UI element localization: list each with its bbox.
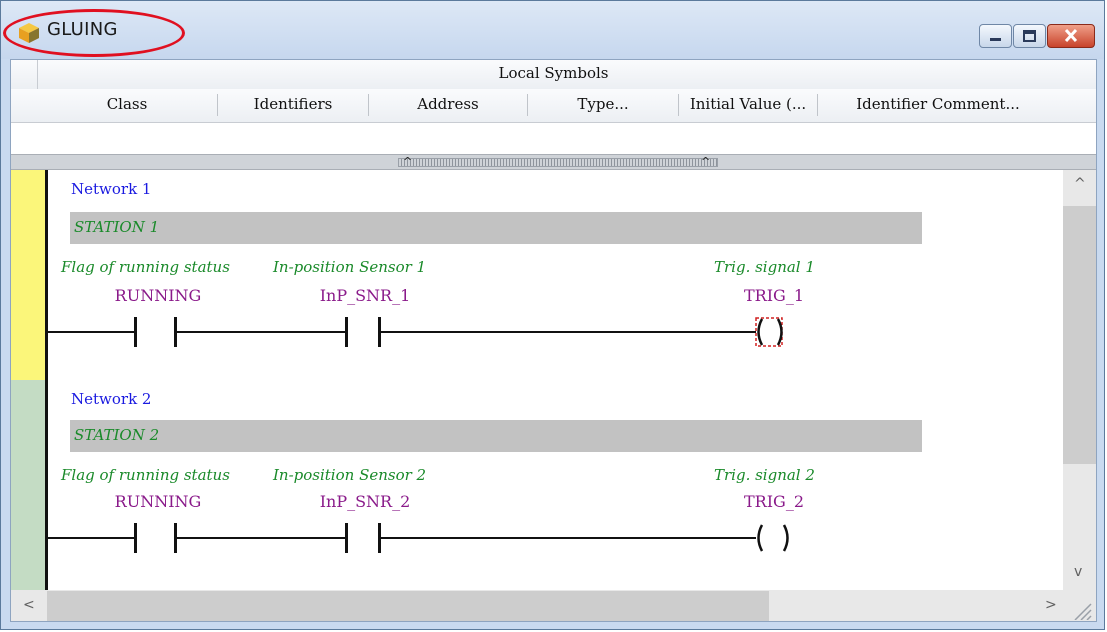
wire [381, 537, 756, 539]
coil-variable: TRIG_1 [744, 286, 804, 305]
contact-variable: InP_SNR_1 [319, 286, 411, 305]
collapse-up-icon[interactable]: ^ [701, 155, 710, 168]
network-2-label[interactable]: Network 2 [71, 390, 151, 408]
wire [48, 537, 134, 539]
contact-comment: In-position Sensor 1 [273, 258, 427, 276]
network-1-label[interactable]: Network 1 [71, 180, 151, 198]
maximize-icon [1023, 30, 1036, 42]
collapse-up-icon[interactable]: ^ [403, 155, 412, 168]
coil-trig-1[interactable] [746, 315, 806, 349]
contact-comment: Flag of running status [61, 466, 230, 484]
symbols-empty-area[interactable] [11, 123, 1096, 153]
local-symbols-title: Local Symbols [498, 64, 609, 82]
vertical-scroll-thumb[interactable] [1063, 206, 1096, 464]
ladder-editor[interactable]: Network 1 STATION 1 Flag of running stat… [11, 170, 1063, 590]
title-highlight-annotation [3, 9, 185, 57]
column-address[interactable]: Address [369, 95, 527, 113]
scroll-right-icon[interactable]: > [1045, 597, 1057, 613]
column-class[interactable]: Class [37, 95, 217, 113]
wire [177, 537, 345, 539]
wire [177, 331, 345, 333]
contact-inp-snr-1-left[interactable] [345, 317, 348, 347]
wire [48, 331, 134, 333]
contact-running-left[interactable] [134, 523, 137, 553]
left-power-rail [45, 170, 48, 590]
coil-comment: Trig. signal 2 [714, 466, 815, 484]
maximize-button[interactable] [1013, 24, 1046, 48]
column-initial-value[interactable]: Initial Value (... [679, 95, 817, 113]
network-1-station-comment[interactable]: STATION 1 [70, 212, 922, 244]
close-icon [1064, 28, 1078, 43]
network-2-gutter[interactable] [11, 380, 45, 590]
wire [381, 331, 756, 333]
scroll-up-icon[interactable]: ^ [1074, 176, 1086, 192]
resize-grip-icon[interactable] [1071, 600, 1093, 620]
editor-window: GLUING Local Symbols Class Identifiers A… [0, 0, 1105, 630]
contact-inp-snr-2-left[interactable] [345, 523, 348, 553]
network-2-station-comment[interactable]: STATION 2 [70, 420, 922, 452]
column-identifiers[interactable]: Identifiers [218, 95, 368, 113]
network-1-gutter[interactable] [11, 170, 45, 380]
contact-comment: Flag of running status [61, 258, 230, 276]
minimize-icon [990, 38, 1001, 41]
title-bar[interactable]: GLUING [1, 1, 1104, 59]
contact-variable: InP_SNR_2 [319, 492, 411, 511]
contact-comment: In-position Sensor 2 [273, 466, 427, 484]
splitter-grip[interactable]: ^ ^ [398, 155, 718, 168]
station-label: STATION 1 [74, 218, 160, 236]
editor-content: Local Symbols Class Identifiers Address … [10, 59, 1097, 622]
coil-comment: Trig. signal 1 [714, 258, 815, 276]
horizontal-scroll-thumb[interactable] [47, 591, 769, 621]
close-button[interactable] [1047, 24, 1095, 48]
coil-trig-2[interactable] [746, 521, 806, 555]
column-identifier-comment[interactable]: Identifier Comment... [818, 95, 1058, 113]
symbols-column-header: Class Identifiers Address Type... Initia… [11, 89, 1096, 123]
scroll-down-icon[interactable]: v [1074, 564, 1082, 580]
pane-splitter[interactable]: ^ ^ [11, 154, 1096, 170]
scroll-left-icon[interactable]: < [23, 597, 35, 613]
contact-variable: RUNNING [114, 492, 202, 511]
column-type[interactable]: Type... [528, 95, 678, 113]
contact-running-left[interactable] [134, 317, 137, 347]
station-label: STATION 2 [74, 426, 160, 444]
coil-variable: TRIG_2 [744, 492, 804, 511]
minimize-button[interactable] [979, 24, 1012, 48]
local-symbols-header: Local Symbols [11, 60, 1096, 122]
contact-variable: RUNNING [114, 286, 202, 305]
